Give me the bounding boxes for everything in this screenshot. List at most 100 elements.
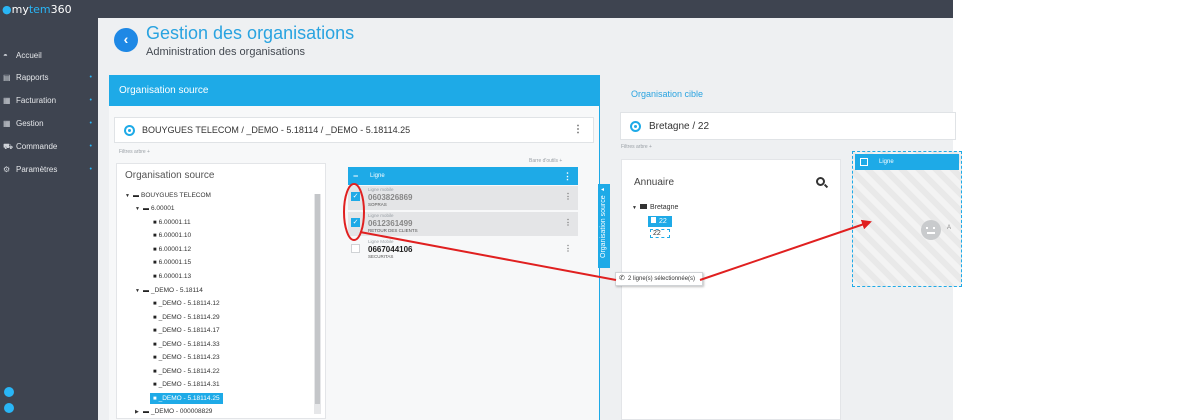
source-panel-toggle-tab[interactable]: ◂ Organisation source [598, 184, 610, 268]
tree-node-label: _DEMO - 5.18114.25 [158, 395, 220, 402]
more-options-icon[interactable]: ⋮ [573, 124, 583, 135]
tree-node-label: 6.00001.15 [158, 259, 192, 266]
folder-icon: ▬ [143, 409, 149, 415]
tree-node[interactable]: ■ _DEMO - 5.18114.23 [153, 352, 220, 363]
list-item[interactable]: ✓ Ligne mobile 0612361499 RETOUR DES CLI… [348, 212, 578, 236]
tree-node-selected[interactable]: 22 [648, 216, 672, 227]
line-type: Ligne mobile [368, 187, 394, 192]
file-icon: ■ [153, 396, 157, 402]
tree-node[interactable]: ▶ ▬ _DEMO - 000008829 [135, 406, 212, 417]
file-icon: ■ [153, 274, 157, 280]
tree-scrollbar[interactable] [314, 194, 321, 414]
tree-node[interactable]: ■ _DEMO - 5.18114.17 [153, 325, 220, 336]
row-checkbox[interactable] [351, 244, 360, 253]
collapse-icon[interactable]: ▼ [632, 205, 637, 211]
list-item[interactable]: ✓ Ligne mobile 0603826869 SOPRAS ⋮ [348, 186, 578, 210]
scrollbar-thumb[interactable] [315, 194, 320, 404]
submenu-dot-icon: • [89, 120, 92, 127]
sidebar-item-gestion[interactable]: ▦ Gestion • [0, 115, 98, 133]
sidebar-item-label: Facturation [16, 96, 57, 105]
dashboard-icon: ◓ [3, 51, 8, 60]
drop-zone-header: Ligne [855, 154, 959, 170]
sidebar-item-facturation[interactable]: ▦ Facturation • [0, 92, 98, 110]
sidebar-item-label: Paramètres [16, 165, 58, 174]
tree-node[interactable]: ▼ Bretagne [632, 204, 678, 211]
logo-accent: tem [28, 3, 51, 16]
tree-node-label: _DEMO - 5.18114.12 [158, 300, 220, 307]
column-header-ligne: Ligne [370, 173, 385, 179]
select-all-checkbox[interactable] [860, 158, 868, 166]
phone-icon: ✆ [619, 275, 625, 282]
tree-node[interactable]: ■ 6.00001.15 [153, 257, 191, 268]
sidebar-item-rapports[interactable]: ▤ Rapports • [0, 69, 98, 87]
line-owner: RETOUR DES CLIENTS [368, 228, 418, 233]
collapse-icon[interactable]: ▼ [135, 204, 143, 215]
tree-filters-link[interactable]: Filtres arbre + [621, 144, 652, 150]
file-icon: ■ [153, 220, 157, 226]
tree-node-selected[interactable]: ■ _DEMO - 5.18114.25 [150, 393, 223, 404]
row-checkbox[interactable]: ✓ [351, 218, 360, 227]
collapse-icon[interactable]: ▼ [125, 191, 133, 202]
main-content: ‹ Gestion des organisations Administrati… [98, 18, 962, 420]
target-icon [630, 121, 641, 132]
target-org-selector[interactable]: Bretagne / 22 [620, 112, 956, 140]
more-options-icon[interactable]: ⋮ [564, 244, 572, 253]
app-logo[interactable]: ●mytem360 [2, 3, 72, 16]
globe-icon[interactable] [4, 403, 14, 413]
tree-node[interactable]: ▼ ▬ 6.00001 [135, 203, 175, 214]
more-options-icon[interactable]: ⋮ [564, 192, 572, 201]
tree-node-label: _DEMO - 5.18114 [151, 287, 203, 294]
collapse-icon[interactable]: ▼ [135, 286, 143, 297]
tree-node-label: 6.00001.13 [158, 273, 192, 280]
source-tree-panel: Organisation source ▼ ▬ BOUYGUES TELECOM ▼… [116, 163, 326, 419]
toolbar-link[interactable]: Barre d'outils + [529, 158, 562, 164]
folder-open-icon: ▬ [143, 206, 149, 212]
tree-node[interactable]: ■ 6.00001.11 [153, 217, 191, 228]
sidebar-item-commande[interactable]: ⛟ Commande • [0, 138, 98, 156]
deselect-all-icon[interactable]: − [353, 167, 358, 185]
list-item[interactable]: Ligne Mobile 0667044106 SECURITAS ⋮ [348, 238, 578, 262]
file-icon: ■ [153, 382, 157, 388]
file-icon: ■ [153, 301, 157, 307]
top-bar: ●mytem360 [0, 0, 953, 18]
page-title: Gestion des organisations [146, 23, 355, 43]
sidebar-item-accueil[interactable]: ◓ Accueil [0, 47, 98, 65]
management-icon: ▦ [3, 119, 11, 128]
tree-node[interactable]: ■ _DEMO - 5.18114.12 [153, 298, 220, 309]
tree-node[interactable]: ▼ ▬ _DEMO - 5.18114 [135, 285, 203, 296]
tree-node-label: 6.00001.10 [158, 232, 192, 239]
tree-node[interactable]: ■ _DEMO - 5.18114.22 [153, 366, 220, 377]
drag-ghost-node: 22 [650, 229, 670, 238]
sidebar-item-parametres[interactable]: ⚙ Paramètres • [0, 161, 98, 179]
drop-zone[interactable]: Ligne A [852, 151, 962, 287]
source-panel: Organisation source BOUYGUES TELECOM / _… [109, 75, 599, 420]
tree-node-label: _DEMO - 5.18114.22 [158, 368, 220, 375]
row-checkbox[interactable]: ✓ [351, 192, 360, 201]
tree-node[interactable]: ■ _DEMO - 5.18114.29 [153, 312, 220, 323]
tree-node[interactable]: ■ 6.00001.13 [153, 271, 191, 282]
sidebar-item-label: Gestion [16, 119, 44, 128]
target-org-path: Bretagne / 22 [649, 121, 710, 132]
tree-node[interactable]: ▼ ▬ BOUYGUES TELECOM [125, 190, 211, 201]
tree-node[interactable]: ■ 6.00001.12 [153, 244, 191, 255]
sitemap-icon[interactable] [4, 387, 14, 397]
more-options-icon[interactable]: ⋮ [564, 218, 572, 227]
tree-node-label: BOUYGUES TELECOM [141, 192, 211, 199]
search-icon[interactable] [816, 177, 825, 186]
submenu-dot-icon: • [89, 166, 92, 173]
source-org-selector[interactable]: BOUYGUES TELECOM / _DEMO - 5.18114 / _DE… [114, 117, 594, 143]
sidebar-item-label: Commande [16, 142, 58, 151]
submenu-dot-icon: • [89, 97, 92, 104]
tree-node-label: _DEMO - 5.18114.23 [158, 354, 220, 361]
tree-node[interactable]: ■ _DEMO - 5.18114.31 [153, 379, 220, 390]
back-button[interactable]: ‹ [114, 28, 138, 52]
tree-node[interactable]: ■ _DEMO - 5.18114.33 [153, 339, 220, 350]
line-number: 0667044106 [368, 245, 413, 254]
tree-node-label: _DEMO - 5.18114.17 [158, 327, 220, 334]
page-subtitle: Administration des organisations [146, 46, 305, 58]
tree-node[interactable]: ■ 6.00001.10 [153, 230, 191, 241]
more-options-icon[interactable]: ⋮ [563, 167, 572, 185]
sidebar: ◓ Accueil ▤ Rapports • ▦ Facturation • ▦… [0, 18, 98, 420]
expand-icon[interactable]: ▶ [135, 407, 143, 418]
tree-filters-link[interactable]: Filtres arbre + [119, 149, 150, 155]
